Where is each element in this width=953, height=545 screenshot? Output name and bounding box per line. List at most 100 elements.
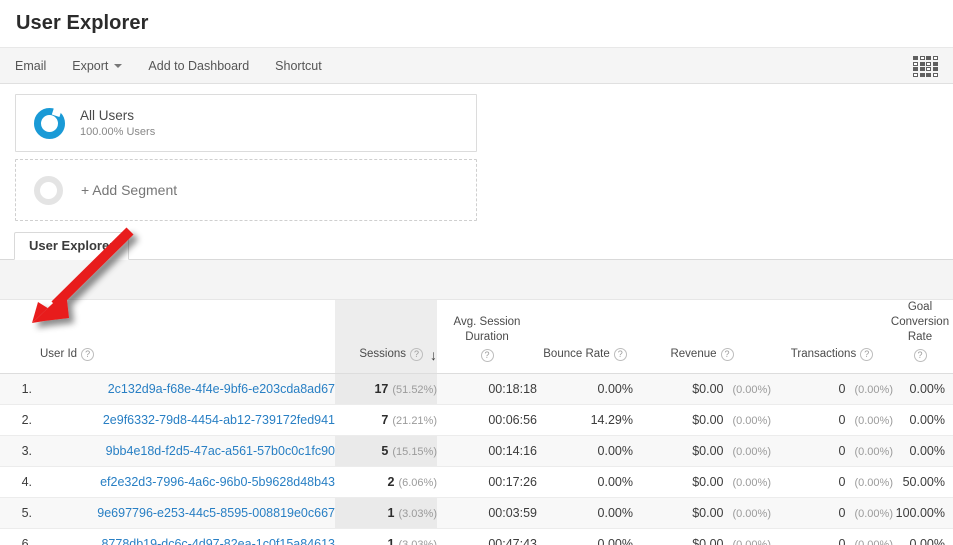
- sessions-percent: (21.21%): [392, 415, 437, 427]
- avg-session-duration-value: 00:17:26: [488, 475, 537, 489]
- sessions-value: 7: [381, 413, 389, 427]
- user-id-link[interactable]: 2c132d9a-f68e-4f4e-9bf6-e203cda8ad67: [108, 382, 335, 396]
- cell-revenue: $0.00 (0.00%): [633, 373, 771, 405]
- user-id-link[interactable]: 9bb4e18d-f2d5-47ac-a561-57b0c0c1fc90: [106, 444, 335, 458]
- row-index-label: 6.: [21, 537, 32, 545]
- toolbar-item-email[interactable]: Email: [15, 59, 46, 73]
- revenue-percent: (0.00%): [732, 477, 771, 489]
- chevron-down-icon: [114, 63, 123, 68]
- revenue-percent: (0.00%): [732, 415, 771, 427]
- goal-conversion-rate-value: 0.00%: [909, 382, 945, 396]
- transactions-value: 0: [838, 506, 846, 520]
- cell-transactions: 0 (0.00%): [771, 404, 893, 436]
- toolbar-item-add-to-dashboard[interactable]: Add to Dashboard: [148, 59, 249, 73]
- cell-revenue: $0.00 (0.00%): [633, 435, 771, 467]
- cell-transactions: 0 (0.00%): [771, 497, 893, 529]
- revenue-value: $0.00: [692, 382, 724, 396]
- table-row[interactable]: 6. 8778db19-dc6c-4d97-82ea-1c0f15a84613 1(…: [0, 528, 953, 545]
- toolbar-item-shortcut[interactable]: Shortcut: [275, 59, 322, 73]
- column-header-goal-conversion-rate[interactable]: Goal Conversion Rate ?: [890, 300, 953, 374]
- cell-sessions: 2 (6.06%): [335, 466, 437, 498]
- row-index: 6.: [0, 528, 32, 545]
- add-segment-button[interactable]: + Add Segment: [15, 159, 477, 221]
- table-header-row: User Id ? Sessions ? ↓ Avg. Session Dura…: [0, 300, 953, 374]
- table-row[interactable]: 2. 2e9f6332-79d8-4454-ab12-739172fed941 7(…: [0, 404, 953, 436]
- revenue-value: $0.00: [692, 475, 724, 489]
- sessions-percent: (51.52%): [392, 384, 437, 396]
- transactions-value: 0: [838, 475, 846, 489]
- cell-revenue: $0.00 (0.00%): [633, 497, 771, 529]
- cell-bounce-rate: 0.00%: [537, 528, 633, 545]
- user-id-link[interactable]: 8778db19-dc6c-4d97-82ea-1c0f15a84613: [101, 537, 335, 545]
- toolbar-label-export: Export: [72, 58, 109, 73]
- segment-all-users[interactable]: All Users 100.00% Users: [15, 94, 477, 152]
- goal-conversion-rate-value: 100.00%: [895, 506, 945, 520]
- column-label-bounce-rate: Bounce Rate: [543, 348, 610, 360]
- user-id-link[interactable]: 2e9f6332-79d8-4454-ab12-739172fed941: [103, 413, 335, 427]
- table-row[interactable]: 3. 9bb4e18d-f2d5-47ac-a561-57b0c0c1fc90 5(…: [0, 435, 953, 467]
- column-header-user-id[interactable]: User Id ?: [32, 300, 335, 374]
- revenue-percent: (0.00%): [732, 539, 771, 545]
- help-icon-transactions[interactable]: ?: [860, 348, 874, 361]
- cell-user-id[interactable]: ef2e32d3-7996-4a6c-96b0-5b9628d48b43: [32, 466, 335, 498]
- cell-user-id[interactable]: 9bb4e18d-f2d5-47ac-a561-57b0c0c1fc90: [32, 435, 335, 467]
- revenue-percent: (0.00%): [732, 384, 771, 396]
- row-index: 3.: [0, 435, 32, 467]
- sessions-percent: (3.03%): [398, 508, 437, 520]
- column-header-avg-session-duration[interactable]: Avg. Session Duration ?: [437, 300, 537, 374]
- row-index-label: 1.: [21, 382, 32, 396]
- column-header-sessions[interactable]: Sessions ? ↓: [335, 300, 437, 374]
- help-icon-sessions[interactable]: ?: [410, 348, 423, 361]
- add-segment-donut-icon: [34, 175, 63, 205]
- transactions-percent: (0.00%): [854, 477, 893, 489]
- row-index: 5.: [0, 497, 32, 529]
- help-icon-revenue[interactable]: ?: [720, 348, 734, 361]
- tab-user-explorer[interactable]: User Explorer: [14, 232, 130, 260]
- help-icon-avg-session-duration[interactable]: ?: [480, 349, 494, 362]
- help-icon-goal-conversion-rate[interactable]: ?: [913, 349, 927, 362]
- user-id-link[interactable]: 9e697796-e253-44c5-8595-008819e0c667: [97, 506, 335, 520]
- revenue-value: $0.00: [692, 413, 724, 427]
- help-icon-bounce-rate[interactable]: ?: [613, 348, 627, 361]
- page-title: User Explorer: [16, 12, 149, 34]
- help-icon-user-id[interactable]: ?: [81, 348, 95, 361]
- goal-conversion-rate-value: 50.00%: [902, 475, 945, 489]
- transactions-percent: (0.00%): [854, 446, 893, 458]
- row-index-label: 5.: [21, 506, 32, 520]
- column-label-revenue: Revenue: [670, 348, 717, 360]
- cell-user-id[interactable]: 8778db19-dc6c-4d97-82ea-1c0f15a84613: [32, 528, 335, 545]
- transactions-value: 0: [838, 382, 846, 396]
- cell-bounce-rate: 0.00%: [537, 497, 633, 529]
- sessions-percent: (3.03%): [398, 539, 437, 545]
- column-header-bounce-rate[interactable]: Bounce Rate ?: [537, 300, 633, 374]
- sort-descending-icon[interactable]: ↓: [430, 348, 437, 362]
- table-row[interactable]: 5. 9e697796-e253-44c5-8595-008819e0c667 1(…: [0, 497, 953, 529]
- segment-text: All Users 100.00% Users: [80, 108, 155, 138]
- grid-view-icon[interactable]: [913, 56, 938, 78]
- cell-goal-conversion-rate: 0.00%: [893, 373, 953, 405]
- transactions-value: 0: [838, 444, 846, 458]
- goal-conversion-rate-value: 0.00%: [909, 413, 945, 427]
- avg-session-duration-value: 00:14:16: [488, 444, 537, 458]
- cell-user-id[interactable]: 2e9f6332-79d8-4454-ab12-739172fed941: [32, 404, 335, 436]
- cell-user-id[interactable]: 9e697796-e253-44c5-8595-008819e0c667: [32, 497, 335, 529]
- segment-percentage: 100.00% Users: [80, 126, 156, 138]
- table-row[interactable]: 4. ef2e32d3-7996-4a6c-96b0-5b9628d48b43 2(…: [0, 466, 953, 498]
- transactions-value: 0: [838, 413, 846, 427]
- toolbar-item-export[interactable]: Export: [72, 58, 123, 73]
- cell-avg-session-duration: 00:17:26: [437, 466, 537, 498]
- cell-revenue: $0.00 (0.00%): [633, 528, 771, 545]
- user-explorer-table-wrap: User Id ? Sessions ? ↓ Avg. Session Dura…: [0, 300, 953, 545]
- sessions-percent: (15.15%): [392, 446, 437, 458]
- goal-conversion-rate-value: 0.00%: [909, 444, 945, 458]
- cell-bounce-rate: 0.00%: [537, 373, 633, 405]
- row-index-label: 3.: [21, 444, 32, 458]
- user-id-link[interactable]: ef2e32d3-7996-4a6c-96b0-5b9628d48b43: [100, 475, 335, 489]
- column-label-goal-conversion-rate: Goal Conversion Rate: [890, 301, 950, 343]
- cell-user-id[interactable]: 2c132d9a-f68e-4f4e-9bf6-e203cda8ad67: [32, 373, 335, 405]
- bounce-rate-value: 14.29%: [590, 413, 633, 427]
- sessions-value: 1: [387, 537, 395, 545]
- table-row[interactable]: 1. 2c132d9a-f68e-4f4e-9bf6-e203cda8ad67 17…: [0, 373, 953, 405]
- column-header-revenue[interactable]: Revenue ?: [633, 300, 771, 374]
- column-header-transactions[interactable]: Transactions ?: [771, 300, 893, 374]
